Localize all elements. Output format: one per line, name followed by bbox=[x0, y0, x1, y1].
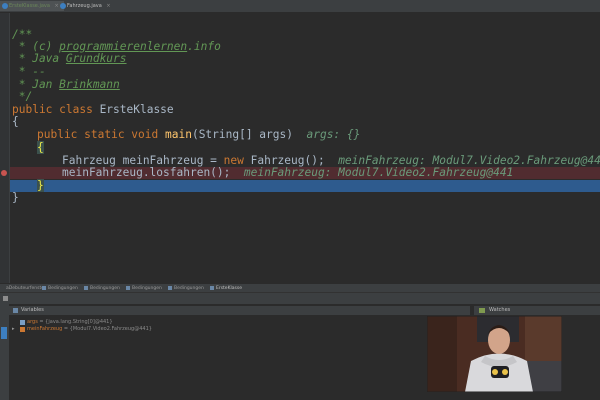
threads-icon[interactable] bbox=[1, 333, 7, 339]
java-class-icon bbox=[2, 3, 8, 9]
debug-tab[interactable]: Bedingungen bbox=[84, 285, 120, 292]
parameter-icon bbox=[20, 320, 25, 325]
code-line-8: { bbox=[12, 115, 19, 128]
condition-icon bbox=[126, 286, 130, 290]
code-line-3: * Java Grundkurs bbox=[12, 52, 127, 65]
debug-tab-active[interactable]: ErsteKlasse bbox=[210, 285, 242, 292]
debug-toolbar bbox=[0, 292, 600, 304]
stop-icon[interactable] bbox=[3, 296, 8, 301]
field-icon bbox=[20, 327, 25, 332]
code-line-7: public class ErsteKlasse bbox=[12, 103, 174, 116]
code-line-9: public static void main(String[] args) a… bbox=[37, 128, 361, 141]
tab-fahrzeug[interactable]: Fahrzeug.java × bbox=[58, 1, 119, 11]
variables-icon bbox=[13, 308, 18, 313]
inline-debug-value: args: {} bbox=[306, 128, 361, 141]
current-execution-line-highlight bbox=[10, 180, 600, 192]
variables-panel-header: Variables bbox=[9, 306, 470, 315]
debug-tab[interactable]: Bedingungen bbox=[168, 285, 204, 292]
code-line-13: } bbox=[37, 179, 44, 192]
editor-gutter[interactable] bbox=[0, 13, 10, 283]
code-line-10: { bbox=[37, 141, 44, 154]
class-icon bbox=[210, 286, 214, 290]
webcam-overlay bbox=[427, 316, 562, 392]
code-line-4: * -- bbox=[12, 65, 46, 78]
condition-icon bbox=[42, 286, 46, 290]
inline-debug-value: meinFahrzeug: Modul7.Video2.Fahrzeug@441 bbox=[243, 166, 514, 179]
expand-arrow-icon[interactable]: ▸ bbox=[12, 326, 15, 332]
tab-label: ErsteKlasse.java bbox=[9, 3, 50, 9]
tab-erste-klasse[interactable]: ErsteKlasse.java × bbox=[0, 1, 64, 11]
watches-panel-header: Watches bbox=[474, 306, 600, 315]
variable-row-meinfahrzeug[interactable]: meinFahrzeug = {Modul7.Video2.Fahrzeug@4… bbox=[27, 325, 152, 333]
tab-label: Fahrzeug.java bbox=[67, 3, 102, 9]
presenter-video-image bbox=[427, 316, 562, 392]
debug-tab[interactable]: aDebuteurfenster bbox=[0, 285, 46, 292]
debug-side-toolbar bbox=[0, 303, 9, 400]
debug-tab[interactable]: Bedingungen bbox=[126, 285, 162, 292]
code-line-6: */ bbox=[12, 90, 33, 103]
breakpoint-icon[interactable] bbox=[1, 170, 7, 176]
code-line-12: meinFahrzeug.losfahren(); meinFahrzeug: … bbox=[62, 166, 514, 179]
java-class-icon bbox=[60, 3, 66, 9]
code-line-14: } bbox=[12, 191, 19, 204]
condition-icon bbox=[168, 286, 172, 290]
watches-icon bbox=[479, 308, 485, 313]
editor-tab-bar: ErsteKlasse.java × Fahrzeug.java × bbox=[0, 0, 600, 13]
condition-icon bbox=[84, 286, 88, 290]
close-icon[interactable]: × bbox=[106, 3, 110, 9]
debug-tab[interactable]: Bedingungen bbox=[42, 285, 78, 292]
